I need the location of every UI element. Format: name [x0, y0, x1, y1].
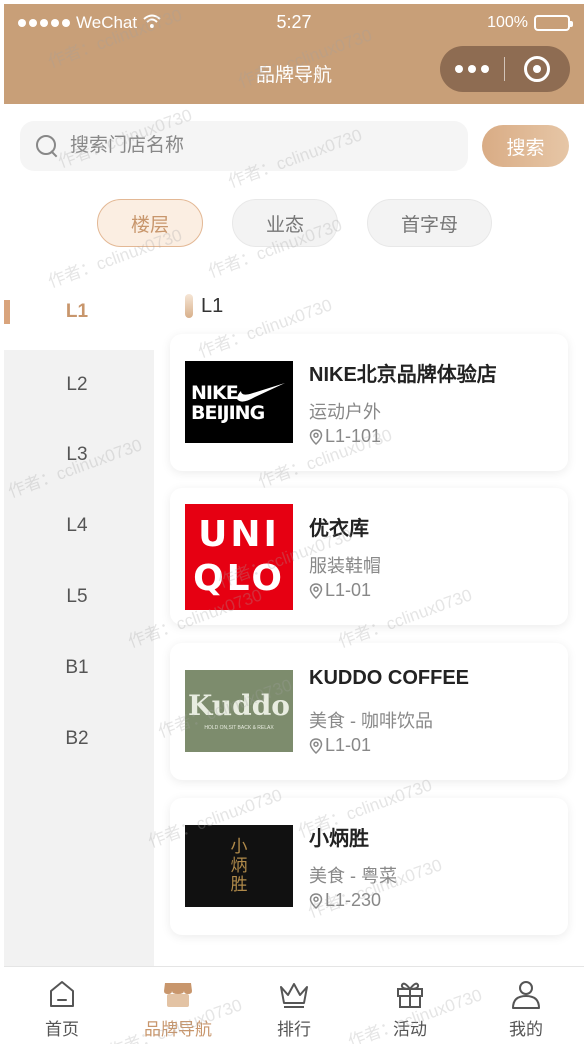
- floor-item-l5[interactable]: L5: [4, 562, 154, 632]
- tab-brand-nav[interactable]: 品牌导航: [120, 967, 236, 1044]
- search-input[interactable]: [70, 135, 430, 157]
- shop-location-text: L1-101: [325, 426, 382, 446]
- tab-activity[interactable]: 活动: [352, 967, 468, 1044]
- shop-name: KUDDO COFFEE: [309, 667, 469, 689]
- tab-ranking[interactable]: 排行: [236, 967, 352, 1044]
- floor-label: L1: [65, 301, 89, 322]
- tab-label: 首页: [45, 1020, 79, 1039]
- logo-text: 小 炳 胜: [230, 836, 248, 895]
- bottom-tab-bar: 首页 品牌导航 排行 活动 我的: [4, 966, 584, 1044]
- logo-text-line: QLO: [193, 558, 285, 599]
- top-bar: WeChat 5:27 100% 品牌导航: [4, 4, 584, 104]
- close-miniprogram-icon[interactable]: [505, 56, 569, 82]
- more-menu-icon[interactable]: [440, 65, 504, 73]
- shop-category: 运动户外: [309, 402, 381, 422]
- floor-label: L2: [66, 374, 88, 395]
- shop-logo-xiaobingsheng: 小 炳 胜: [185, 825, 293, 907]
- shop-category: 美食 - 粤菜: [309, 866, 397, 886]
- store-icon: [161, 977, 195, 1011]
- shop-card-xiaobingsheng[interactable]: 小 炳 胜 小炳胜 美食 - 粤菜 L1-230: [170, 798, 568, 935]
- shop-card-nike[interactable]: NIKE BEIJING NIKE北京品牌体验店 运动户外 L1-101: [170, 334, 568, 471]
- status-right: 100%: [487, 14, 573, 32]
- filter-tab-initial[interactable]: 首字母: [367, 199, 492, 247]
- battery-icon: [534, 15, 573, 31]
- shop-location: L1-01: [309, 735, 371, 756]
- location-pin-icon: [309, 428, 323, 445]
- shop-category: 美食 - 咖啡饮品: [309, 711, 433, 731]
- logo-text-char: 小: [230, 836, 248, 857]
- active-indicator: [4, 300, 10, 324]
- home-icon: [45, 977, 79, 1011]
- crown-icon: [277, 977, 311, 1011]
- phone-screen: WeChat 5:27 100% 品牌导航 搜索 楼层 业态 首字母 L1: [4, 4, 584, 1044]
- tab-label: 品牌导航: [144, 1020, 212, 1039]
- location-pin-icon: [309, 737, 323, 754]
- floor-item-l2[interactable]: L2: [4, 350, 154, 420]
- shop-location: L1-01: [309, 580, 371, 601]
- logo-text: Kuddo: [188, 689, 290, 722]
- logo-text: UNI QLO: [193, 513, 285, 601]
- floor-item-l1-overlay[interactable]: L1: [4, 274, 154, 350]
- floor-label: L5: [66, 586, 88, 607]
- tab-home[interactable]: 首页: [4, 967, 120, 1044]
- section-header: L1: [185, 294, 223, 318]
- search-bar: [20, 121, 468, 171]
- floor-label: L4: [66, 515, 88, 536]
- floor-item-l3[interactable]: L3: [4, 420, 154, 490]
- filter-tab-category[interactable]: 业态: [232, 199, 338, 247]
- battery-percent: 100%: [487, 14, 528, 31]
- section-marker: [185, 294, 193, 318]
- shop-location-text: L1-01: [325, 580, 372, 600]
- logo-text-line: UNI: [198, 514, 280, 555]
- shop-name: 小炳胜: [309, 828, 369, 850]
- shop-location: L1-101: [309, 426, 381, 447]
- search-icon: [36, 135, 58, 157]
- user-icon: [509, 977, 543, 1011]
- tab-label: 我的: [509, 1020, 543, 1039]
- shop-name: NIKE北京品牌体验店: [309, 364, 497, 386]
- swoosh-icon: [237, 383, 285, 402]
- tab-mine[interactable]: 我的: [468, 967, 584, 1044]
- miniprogram-capsule: [440, 46, 570, 92]
- filter-tab-floor[interactable]: 楼层: [97, 199, 203, 247]
- shop-name: 优衣库: [309, 518, 369, 540]
- section-title: L1: [201, 294, 224, 317]
- floor-item-l4[interactable]: L4: [4, 491, 154, 561]
- shop-logo-uniqlo: UNI QLO: [185, 504, 293, 610]
- floor-item-b1[interactable]: B1: [4, 633, 154, 703]
- location-pin-icon: [309, 582, 323, 599]
- shop-logo-kuddo: Kuddo HOLD ON,SIT BACK & RELAX: [185, 670, 293, 752]
- tab-label: 排行: [277, 1020, 311, 1039]
- floor-label: B1: [65, 657, 89, 678]
- shop-card-uniqlo[interactable]: UNI QLO 优衣库 服装鞋帽 L1-01: [170, 488, 568, 625]
- logo-text-line: BEIJING: [191, 402, 265, 424]
- shop-location-text: L1-230: [325, 890, 382, 910]
- shop-location-text: L1-01: [325, 735, 372, 755]
- logo-tagline: HOLD ON,SIT BACK & RELAX: [204, 725, 274, 731]
- shop-logo-nike: NIKE BEIJING: [185, 361, 293, 443]
- floor-item-b2[interactable]: B2: [4, 704, 154, 774]
- logo-text-char: 炳: [230, 855, 248, 876]
- shop-card-kuddo[interactable]: Kuddo HOLD ON,SIT BACK & RELAX KUDDO COF…: [170, 643, 568, 780]
- shop-location: L1-230: [309, 890, 381, 911]
- gift-icon: [393, 977, 427, 1011]
- search-button[interactable]: 搜索: [482, 125, 569, 167]
- shop-category: 服装鞋帽: [309, 556, 381, 576]
- location-pin-icon: [309, 892, 323, 909]
- floor-sidebar: L1 L2 L3 L4 L5 B1 B2: [4, 274, 154, 970]
- tab-label: 活动: [393, 1020, 427, 1039]
- status-bar: WeChat 5:27 100%: [4, 4, 584, 38]
- floor-label: L3: [66, 444, 88, 465]
- floor-label: B2: [65, 728, 89, 749]
- logo-text-char: 胜: [230, 874, 248, 895]
